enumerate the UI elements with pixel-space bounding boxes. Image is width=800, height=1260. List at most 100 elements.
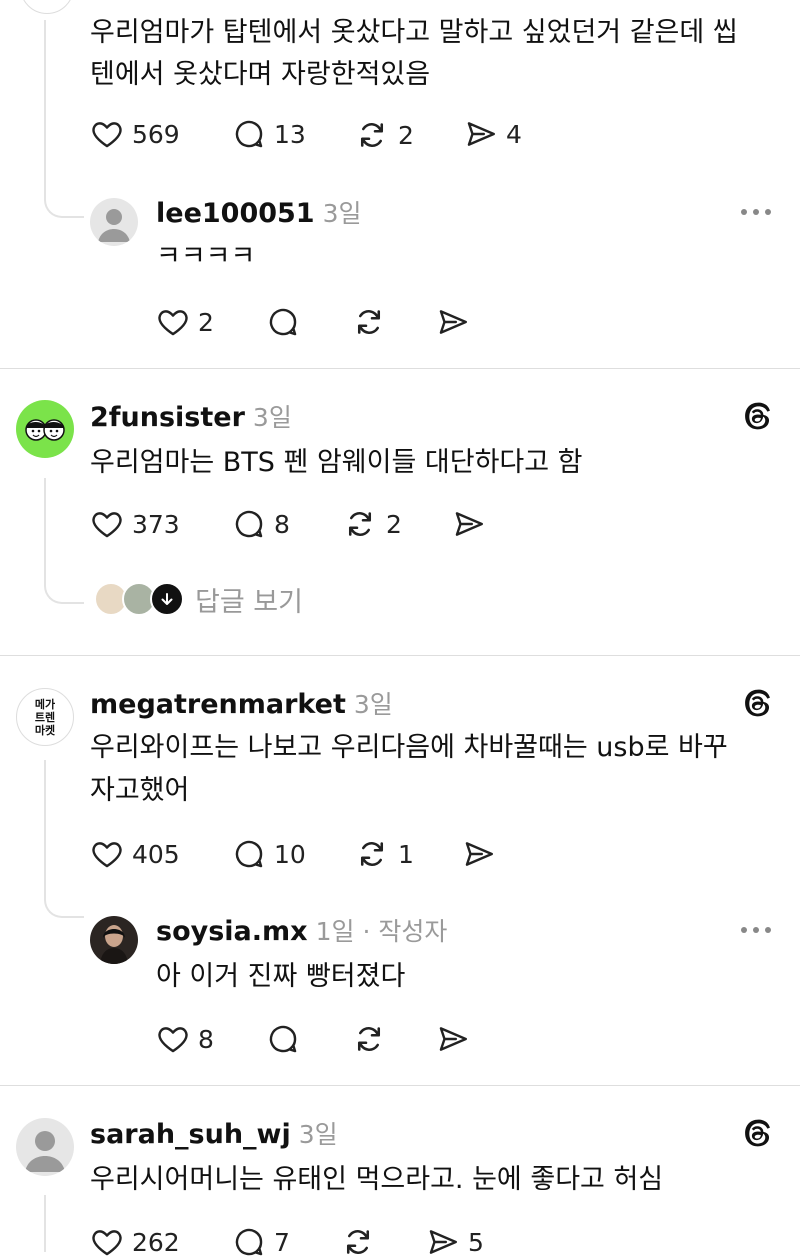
like-button[interactable]: 569 xyxy=(90,117,180,151)
avatar-text: 마켓 xyxy=(34,723,56,737)
repost-icon xyxy=(354,836,390,872)
share-button[interactable] xyxy=(436,1022,470,1056)
timestamp: 3일 xyxy=(298,1120,338,1149)
username[interactable]: megatrenmarket 3일 xyxy=(90,685,393,721)
like-button[interactable]: 262 xyxy=(90,1225,180,1259)
share-icon xyxy=(426,1225,460,1259)
repost-button[interactable] xyxy=(351,304,387,340)
author-tag: · 작성자 xyxy=(362,917,448,946)
comment-icon xyxy=(232,837,266,871)
avatar[interactable] xyxy=(16,400,74,458)
avatar[interactable] xyxy=(90,916,138,964)
repost-button[interactable] xyxy=(340,1224,376,1260)
comment-button[interactable] xyxy=(266,305,300,339)
post-text-line-1: 우리와이프는 나보고 우리다음에 차바꿀때는 usb로 바꾸 xyxy=(90,732,728,763)
thread-connector xyxy=(44,890,84,918)
share-button[interactable]: 4 xyxy=(464,117,522,151)
thread-line xyxy=(44,20,46,190)
like-count: 569 xyxy=(132,119,180,149)
username-text[interactable]: megatrenmarket xyxy=(90,689,346,720)
repost-icon xyxy=(351,1021,387,1057)
thread-line xyxy=(44,478,46,576)
like-count: 405 xyxy=(132,839,180,869)
more-icon[interactable] xyxy=(741,209,771,215)
post-text-line-1: 우리엄마가 탑텐에서 옷샀다고 말하고 싶었던거 같은데 씹 xyxy=(90,17,738,48)
repost-button[interactable]: 2 xyxy=(342,506,402,542)
comment-button[interactable]: 13 xyxy=(232,117,306,151)
repost-count: 1 xyxy=(398,839,414,869)
post-divider xyxy=(0,655,800,656)
threads-logo-icon[interactable] xyxy=(740,1116,774,1150)
comment-count: 13 xyxy=(274,119,306,149)
threads-logo-icon[interactable] xyxy=(740,399,774,433)
avatar[interactable] xyxy=(16,1118,74,1176)
avatar-text: 트렌 xyxy=(34,710,56,724)
comment-button[interactable]: 8 xyxy=(232,507,290,541)
share-button[interactable] xyxy=(462,837,496,871)
thread-line xyxy=(44,760,46,890)
timestamp: 3일 xyxy=(252,403,292,432)
thread-connector xyxy=(44,576,84,604)
threads-logo-icon[interactable] xyxy=(740,686,774,720)
comment-icon xyxy=(232,117,266,151)
heart-icon xyxy=(156,305,190,339)
share-icon xyxy=(452,507,486,541)
share-button[interactable] xyxy=(452,507,486,541)
reply-text: 아 이거 진짜 빵터졌다 xyxy=(156,961,406,992)
username[interactable]: 2funsister 3일 xyxy=(90,398,292,434)
comment-button[interactable] xyxy=(266,1022,300,1056)
username[interactable]: sarah_suh_wj 3일 xyxy=(90,1115,338,1151)
heart-icon xyxy=(156,1022,190,1056)
like-button[interactable]: 373 xyxy=(90,507,180,541)
share-icon xyxy=(436,305,470,339)
username[interactable]: soysia.mx 1일 · 작성자 xyxy=(156,912,447,948)
comment-icon xyxy=(266,305,300,339)
comment-icon xyxy=(232,507,266,541)
comment-count: 10 xyxy=(274,839,306,869)
like-count: 2 xyxy=(198,307,214,337)
repost-icon xyxy=(340,1224,376,1260)
like-button[interactable]: 405 xyxy=(90,837,180,871)
repost-count: 2 xyxy=(386,509,402,539)
like-count: 8 xyxy=(198,1024,214,1054)
comment-icon xyxy=(266,1022,300,1056)
share-icon xyxy=(436,1022,470,1056)
comment-button[interactable]: 7 xyxy=(232,1225,290,1259)
username-text[interactable]: soysia.mx xyxy=(156,916,308,947)
like-button[interactable]: 2 xyxy=(156,305,214,339)
like-button[interactable]: 8 xyxy=(156,1022,214,1056)
share-count: 5 xyxy=(468,1227,484,1257)
username-text[interactable]: sarah_suh_wj xyxy=(90,1119,291,1150)
post-text-line-2: 자고했어 xyxy=(90,775,190,806)
comment-icon xyxy=(232,1225,266,1259)
post-divider xyxy=(0,368,800,369)
heart-icon xyxy=(90,507,124,541)
heart-icon xyxy=(90,1225,124,1259)
repost-button[interactable] xyxy=(351,1021,387,1057)
thread-connector xyxy=(44,190,84,218)
share-count: 4 xyxy=(506,119,522,149)
like-count: 373 xyxy=(132,509,180,539)
comment-button[interactable]: 10 xyxy=(232,837,306,871)
username[interactable]: lee100051 3일 xyxy=(156,194,362,230)
reply-avatars[interactable] xyxy=(94,582,184,616)
heart-icon xyxy=(90,117,124,151)
avatar[interactable] xyxy=(90,198,138,246)
arrow-down-icon xyxy=(150,582,184,616)
repost-icon xyxy=(351,304,387,340)
like-count: 262 xyxy=(132,1227,180,1257)
thread-line xyxy=(44,1195,46,1252)
username-text[interactable]: lee100051 xyxy=(156,198,315,229)
share-button[interactable] xyxy=(436,305,470,339)
avatar[interactable]: 메가 트렌 마켓 xyxy=(16,688,74,746)
avatar-text: 메가 xyxy=(34,697,56,711)
heart-icon xyxy=(90,837,124,871)
share-button[interactable]: 5 xyxy=(426,1225,484,1259)
username-text[interactable]: 2funsister xyxy=(90,402,245,433)
more-icon[interactable] xyxy=(741,927,771,933)
view-replies-link[interactable]: 답글 보기 xyxy=(195,580,303,619)
repost-button[interactable]: 2 xyxy=(354,117,414,153)
post-text: 우리엄마는 BTS 펜 암웨이들 대단하다고 함 xyxy=(90,447,583,478)
repost-button[interactable]: 1 xyxy=(354,836,414,872)
avatar[interactable] xyxy=(20,0,74,14)
